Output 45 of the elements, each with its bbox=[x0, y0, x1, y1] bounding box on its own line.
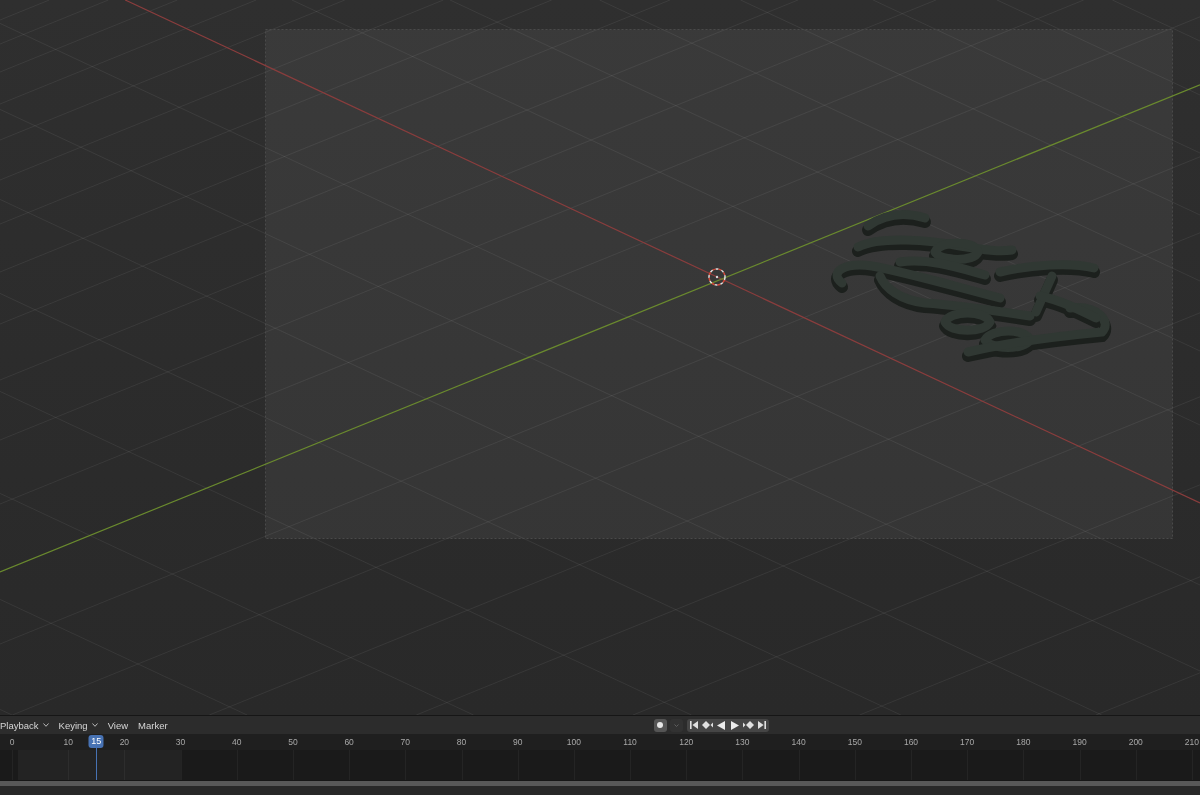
frame-number: 180 bbox=[1016, 737, 1031, 747]
frame-number: 10 bbox=[63, 737, 73, 747]
menu-button[interactable]: View bbox=[103, 717, 133, 733]
horizontal-scrollbar[interactable] bbox=[0, 780, 1200, 786]
frame-number: 20 bbox=[119, 737, 130, 747]
jump-to-end-button[interactable] bbox=[755, 718, 769, 732]
menu-button[interactable]: Playback bbox=[0, 717, 53, 733]
frame-number: 150 bbox=[847, 737, 862, 747]
frame-number: 140 bbox=[791, 737, 806, 747]
previous-keyframe-button[interactable] bbox=[700, 718, 715, 732]
diamond-arrow-right-icon bbox=[742, 721, 754, 729]
diamond-arrow-left-icon bbox=[701, 721, 713, 729]
frame-number: 70 bbox=[400, 737, 411, 747]
frame-number: 30 bbox=[175, 737, 186, 747]
playhead-line bbox=[95, 748, 97, 780]
frame-number: 190 bbox=[1072, 737, 1087, 747]
next-keyframe-button[interactable] bbox=[741, 718, 756, 732]
play-icon bbox=[730, 720, 739, 730]
frame-number: 40 bbox=[232, 737, 242, 747]
current-frame-badge[interactable]: 15 bbox=[88, 735, 104, 748]
frame-number: 60 bbox=[344, 737, 354, 747]
frame-number: 100 bbox=[566, 737, 581, 747]
menu-button[interactable]: Marker bbox=[134, 717, 172, 733]
frame-number: 210 bbox=[1184, 737, 1200, 747]
caret-icon bbox=[91, 723, 98, 727]
frame-number: 200 bbox=[1128, 737, 1143, 747]
play-reverse-button[interactable] bbox=[714, 718, 728, 732]
triangle-left-icon bbox=[717, 720, 726, 730]
caret-icon bbox=[673, 723, 679, 727]
frame-number: 120 bbox=[679, 737, 694, 747]
frame-number: 110 bbox=[623, 737, 637, 747]
frame-number: 130 bbox=[735, 737, 750, 747]
3d-cursor-icon[interactable] bbox=[708, 268, 726, 286]
frame-number: 50 bbox=[288, 737, 298, 747]
frame-number: 160 bbox=[903, 737, 919, 747]
menu-button[interactable]: Keying bbox=[54, 717, 102, 733]
record-button[interactable] bbox=[653, 718, 667, 732]
caret-icon bbox=[42, 723, 49, 727]
frame-number: 80 bbox=[456, 737, 467, 747]
frame-number: 0 bbox=[9, 737, 15, 747]
dot-icon bbox=[657, 722, 664, 728]
frame-number: 170 bbox=[960, 737, 975, 747]
skip-end-icon bbox=[758, 721, 767, 729]
skip-start-icon bbox=[689, 721, 698, 729]
frame-number: 90 bbox=[512, 737, 523, 747]
